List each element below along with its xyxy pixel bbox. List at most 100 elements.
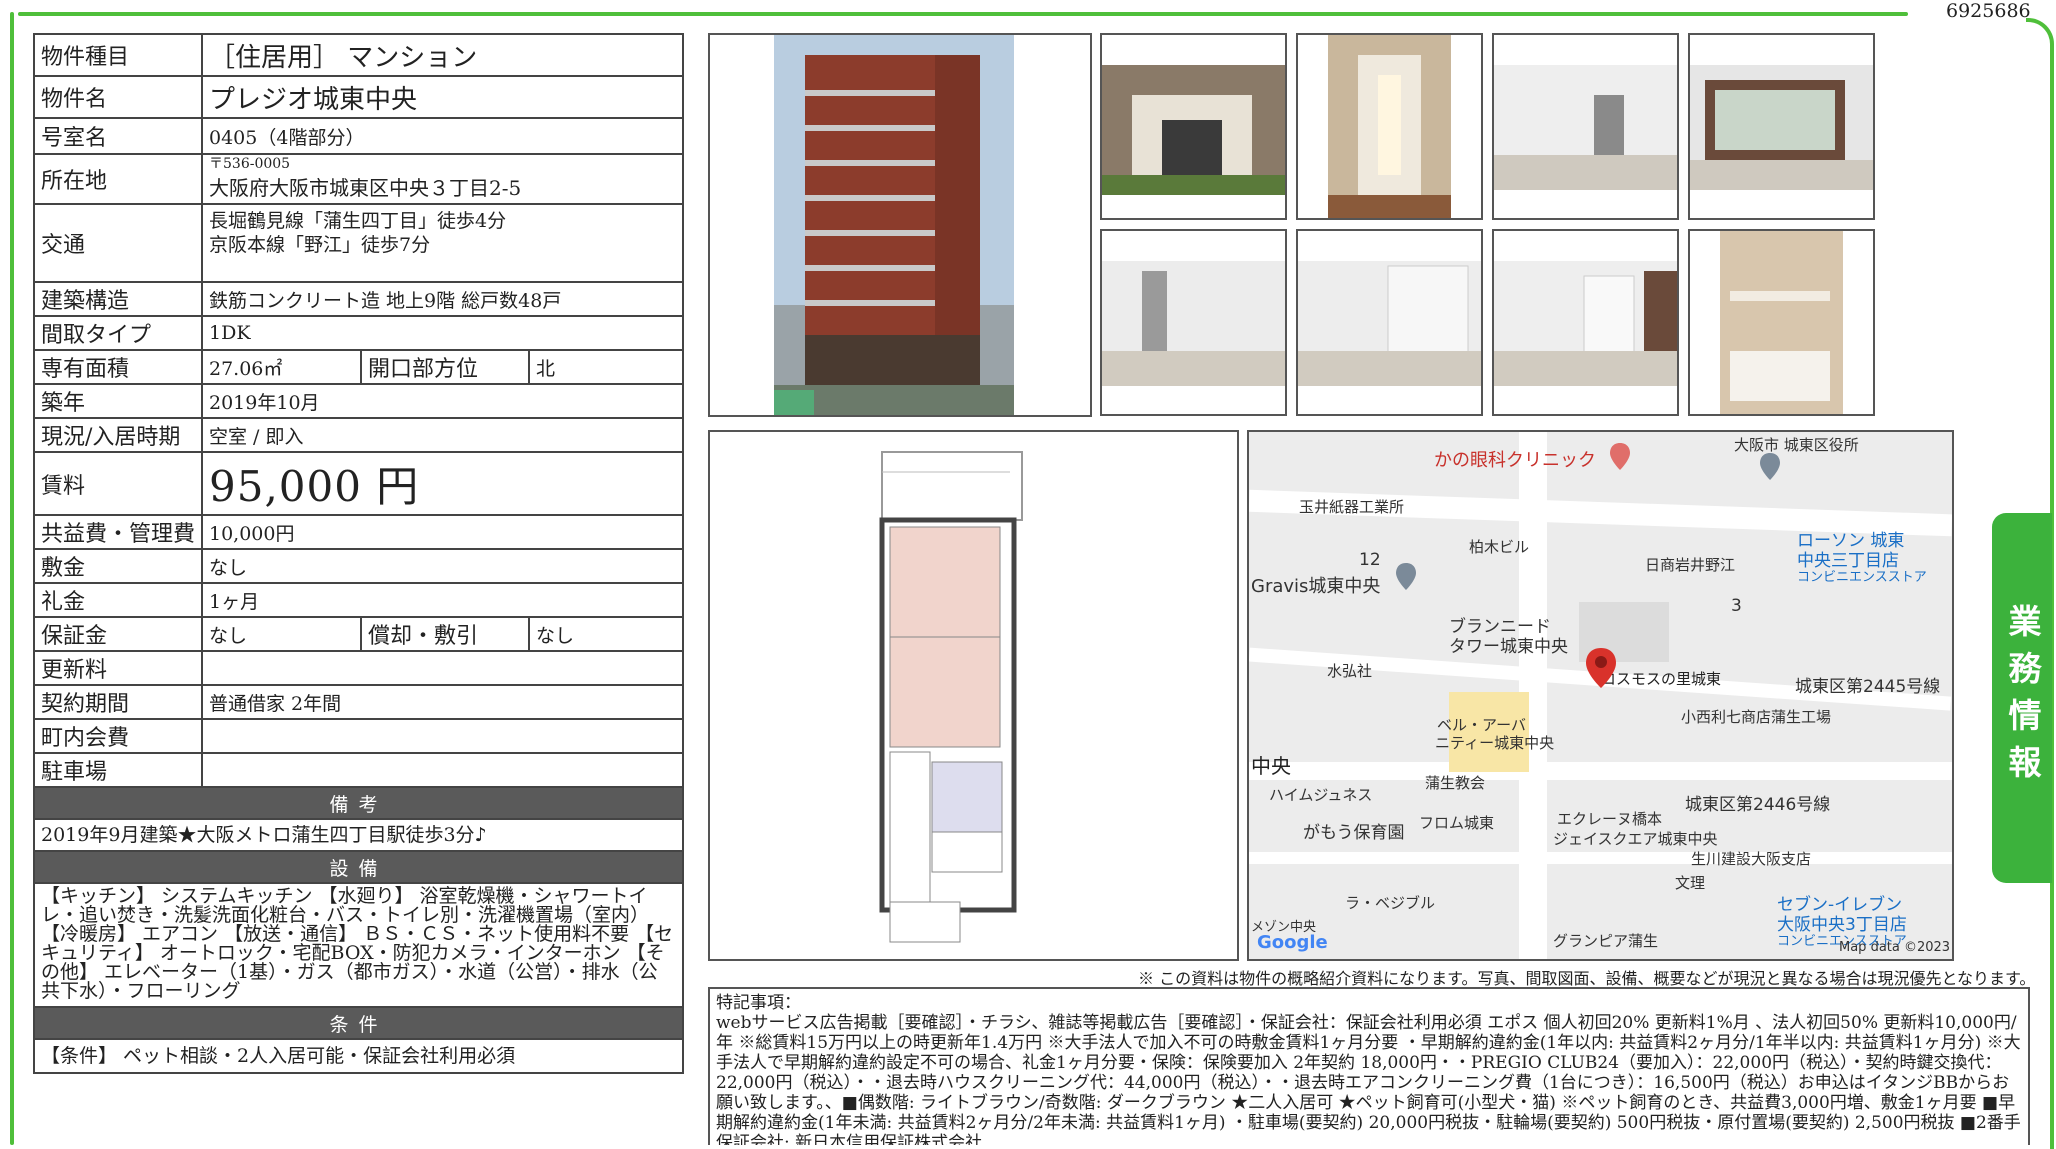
layout-value: 1DK xyxy=(201,315,684,351)
map-label-clinic: かの眼科クリニック xyxy=(1434,450,1596,471)
business-info-tab[interactable]: 業務情報 xyxy=(1992,513,2052,883)
rent-label: 賃料 xyxy=(33,451,203,516)
amort-value: なし xyxy=(528,616,684,652)
map-label-eclaine: エクレーヌ橋本 xyxy=(1557,810,1663,828)
map-label-j-square: ジェイスクエア城東中央 xyxy=(1553,830,1718,848)
fee-label: 共益費・管理費 xyxy=(33,514,203,550)
building-photo[interactable] xyxy=(708,33,1092,417)
map-label-kashiwagi: 柏木ビル xyxy=(1469,538,1530,556)
parking-value xyxy=(201,752,684,788)
name-label: 物件名 xyxy=(33,75,203,119)
room-photo-1[interactable] xyxy=(1100,229,1287,416)
access-cell: 長堀鶴見線「蒲生四丁目」徒歩4分 京阪本線「野江」徒歩7分 xyxy=(201,203,684,283)
direction-label: 開口部方位 xyxy=(360,349,530,385)
room-photo-2[interactable] xyxy=(1296,229,1483,416)
map-label-suikosha: 水弘社 xyxy=(1327,662,1373,680)
room-label: 号室名 xyxy=(33,117,203,155)
room-illustration-2 xyxy=(1298,231,1481,414)
entrance-photo[interactable] xyxy=(1100,33,1287,220)
kitchen-room-photo[interactable] xyxy=(1492,33,1679,220)
frame-top xyxy=(18,12,1908,16)
map-label-ward-office: 大阪市 城東区役所 xyxy=(1734,436,1859,454)
parking-label: 駐車場 xyxy=(33,752,203,788)
fee-value: 10,000円 xyxy=(201,514,684,550)
map-label-target-property: コスモスの里城東 xyxy=(1601,670,1722,688)
balcony-window-photo[interactable] xyxy=(1688,33,1875,220)
map-label-block-3: 3 xyxy=(1731,596,1742,616)
deposit-value: なし xyxy=(201,548,684,584)
type-label: 物件種目 xyxy=(33,33,203,77)
renewal-label: 更新料 xyxy=(33,650,203,686)
map-label-heim: ハイムジュネス xyxy=(1269,786,1373,804)
map-label-road-2446: 城東区第2446号線 xyxy=(1685,795,1831,815)
special-notes-body: webサービス広告掲載［要確認］・チラシ、雑誌等掲載広告［要確認］・保証会社：保… xyxy=(716,1013,2021,1145)
map-label-bell-urba-2: ニティー城東中央 xyxy=(1435,734,1555,752)
map-label-nissho: 日商岩井野江 xyxy=(1645,556,1736,574)
disclaimer-note: ※ この資料は物件の概略紹介資料になります。写真、間取図面、設備、概要などが現況… xyxy=(1138,969,2036,988)
hallway-illustration xyxy=(1298,35,1481,218)
layout-label: 間取タイプ xyxy=(33,315,203,351)
conditions-body: 【条件】 ペット相談・2人入居可能・保証会社利用必須 xyxy=(33,1038,684,1074)
access-line-1: 長堀鶴見線「蒲生四丁目」徒歩4分 xyxy=(209,210,507,232)
map-marker-icon xyxy=(1396,563,1416,590)
room-photo-3[interactable] xyxy=(1492,229,1679,416)
map-label-road-2445: 城東区第2445号線 xyxy=(1795,677,1941,697)
map-label-granpia: グランピア蒲生 xyxy=(1553,932,1659,950)
map-label-brannid-tower: タワー城東中央 xyxy=(1449,637,1568,657)
area-value: 27.06㎡ xyxy=(201,349,362,385)
equipment-heading: 設備 xyxy=(33,850,684,884)
map-label-narukawa: 生川建設大阪支店 xyxy=(1691,850,1812,868)
room-illustration-3 xyxy=(1494,231,1677,414)
entrance-illustration xyxy=(1102,35,1285,218)
map-label-from-joto: フロム城東 xyxy=(1419,814,1495,832)
property-pin-icon[interactable] xyxy=(1584,646,1618,690)
map-label-la-vegible: ラ・ベジブル xyxy=(1345,894,1436,912)
remarks-body: 2019年9月建築★大阪メトロ蒲生四丁目駅徒歩3分♪ xyxy=(33,818,684,852)
map-label-konishi: 小西利七商店蒲生工場 xyxy=(1681,708,1832,726)
remarks-heading: 備考 xyxy=(33,786,684,820)
rent-value: 95,000 円 xyxy=(201,451,684,516)
map-label-tamai: 玉井紙器工業所 xyxy=(1299,498,1405,516)
floor-plan-drawing xyxy=(879,451,1023,943)
balcony-window-illustration xyxy=(1690,35,1873,218)
structure-value: 鉄筋コンクリート造 地上9階 総戸数48戸 xyxy=(201,281,684,317)
status-value: 空室 / 即入 xyxy=(201,417,684,453)
address-value: 大阪府大阪市城東区中央３丁目2-5 xyxy=(209,176,522,200)
special-notes-title: 特記事項： xyxy=(716,993,801,1013)
address-cell: 〒536-0005 大阪府大阪市城東区中央３丁目2-5 xyxy=(201,153,684,205)
keymoney-label: 礼金 xyxy=(33,582,203,618)
map-label-block-12: 12 xyxy=(1359,550,1381,570)
name-value: プレジオ城東中央 xyxy=(201,75,684,119)
floor-plan[interactable] xyxy=(708,430,1239,961)
town-fee-label: 町内会費 xyxy=(33,718,203,754)
conditions-heading: 条件 xyxy=(33,1006,684,1040)
guarantee-value: なし xyxy=(201,616,362,652)
property-table: 物件種目 ［住居用］ マンション 物件名 プレジオ城東中央 号室名 0405（4階部分… xyxy=(33,33,684,1074)
hallway-photo[interactable] xyxy=(1296,33,1483,220)
map-label-chuo: 中央 xyxy=(1251,754,1291,778)
map-marker-icon-clinic xyxy=(1610,443,1630,470)
bathroom-photo[interactable] xyxy=(1688,229,1875,416)
status-label: 現況/入居時期 xyxy=(33,417,203,453)
map-label-gamo-church: 蒲生教会 xyxy=(1425,774,1486,792)
map-marker-icon-ward-office xyxy=(1760,453,1780,480)
google-logo: Google xyxy=(1257,932,1328,953)
location-map[interactable]: かの眼科クリニック 大阪市 城東区役所 玉井紙器工業所 柏木ビル ローソン 城東… xyxy=(1247,430,1954,961)
keymoney-value: 1ヶ月 xyxy=(201,582,684,618)
deposit-label: 敷金 xyxy=(33,548,203,584)
building-illustration xyxy=(774,35,1014,415)
guarantee-label: 保証金 xyxy=(33,616,203,652)
access-label: 交通 xyxy=(33,203,203,283)
structure-label: 建築構造 xyxy=(33,281,203,317)
amort-label: 償却・敷引 xyxy=(360,616,530,652)
type-value: ［住居用］ マンション xyxy=(201,33,684,77)
map-attribution: Map data ©2023 xyxy=(1839,940,1951,955)
map-label-bunri: 文理 xyxy=(1675,874,1706,892)
area-label: 専有面積 xyxy=(33,349,203,385)
renewal-value xyxy=(201,650,684,686)
special-notes: 特記事項： webサービス広告掲載［要確認］・チラシ、雑誌等掲載広告［要確認］・… xyxy=(708,987,2030,1145)
contract-value: 普通借家 2年間 xyxy=(201,684,684,720)
kitchen-room-illustration xyxy=(1494,35,1677,218)
equipment-body: 【キッチン】 システムキッチン 【水廻り】 浴室乾燥機・シャワートイレ・追い焚き… xyxy=(33,882,684,1008)
bathroom-illustration xyxy=(1690,231,1873,414)
